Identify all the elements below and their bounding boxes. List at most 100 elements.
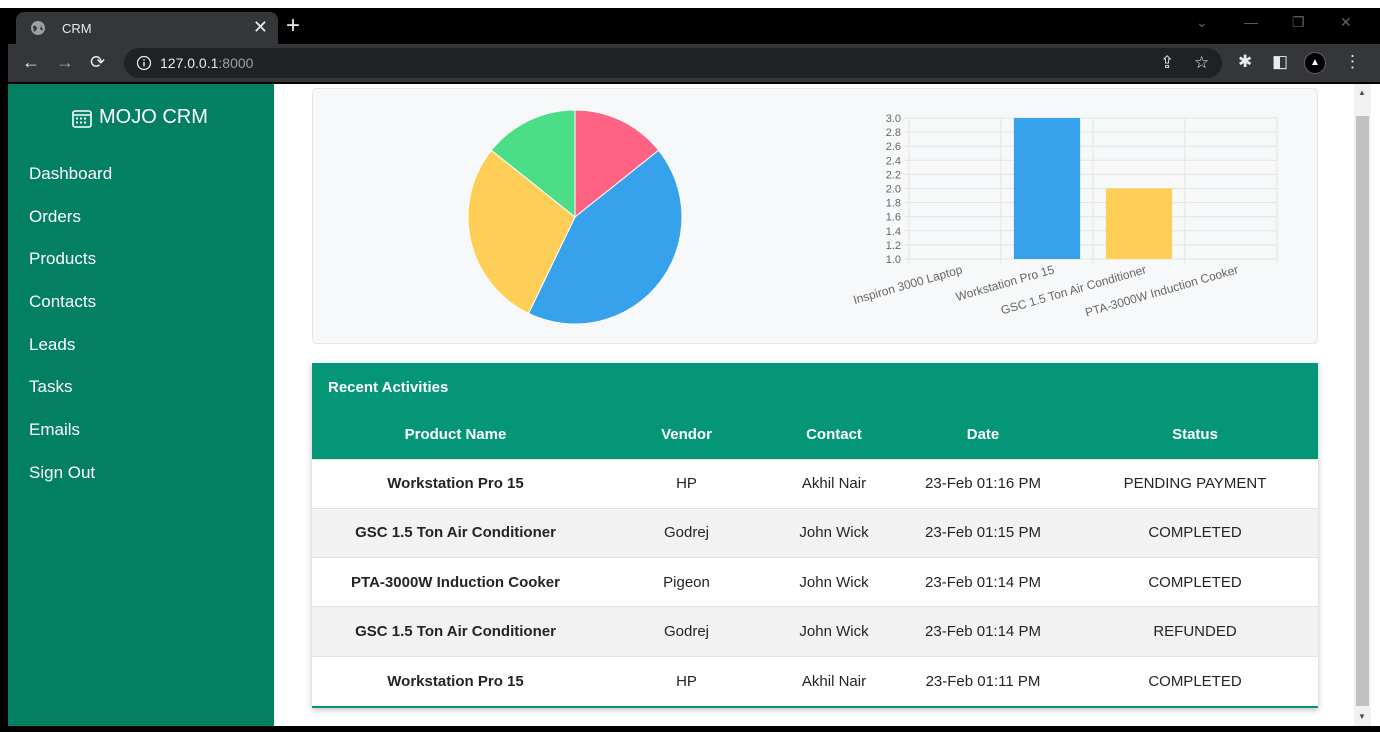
sidebar-item-orders[interactable]: Orders <box>29 207 112 250</box>
tab-bar: CRM ✕ + ⌄ — ❐ ✕ <box>8 8 1380 44</box>
extensions-icon[interactable]: ✱ <box>1238 52 1252 72</box>
sidebar-item-dashboard[interactable]: Dashboard <box>29 164 112 207</box>
new-tab-button[interactable]: + <box>286 14 300 38</box>
minimize-icon[interactable]: — <box>1244 14 1258 30</box>
window-close-icon[interactable]: ✕ <box>1340 14 1352 31</box>
url-text: 127.0.0.1:8000 <box>160 55 253 71</box>
cell-product: GSC 1.5 Ton Air Conditioner <box>312 507 599 558</box>
browser-toolbar: ← → ⟳ 127.0.0.1:8000 ⇪ ☆ ✱ ◧ ▲ ⋮ <box>8 44 1380 82</box>
reload-icon[interactable]: ⟳ <box>90 52 105 72</box>
y-tick-label: 2.4 <box>886 155 901 167</box>
side-panel-icon[interactable]: ◧ <box>1272 52 1288 72</box>
cell-vendor: Godrej <box>599 507 774 558</box>
brand-name: MOJO CRM <box>99 106 208 128</box>
tab-title: CRM <box>62 21 92 36</box>
recent-activities-card: Recent Activities Product Name Vendor Co… <box>312 363 1318 708</box>
y-tick-label: 1.4 <box>886 226 901 238</box>
col-product-name: Product Name <box>404 426 507 444</box>
cell-vendor: HP <box>599 458 774 509</box>
y-tick-label: 1.2 <box>886 240 901 252</box>
calendar-icon <box>72 109 92 128</box>
profile-avatar[interactable]: ▲ <box>1304 52 1326 74</box>
cell-status: COMPLETED <box>1072 557 1318 607</box>
scroll-down-icon[interactable]: ▼ <box>1358 712 1366 721</box>
globe-icon <box>31 21 45 35</box>
bar[interactable] <box>1013 118 1081 259</box>
cell-date: 23-Feb 01:14 PM <box>894 557 1072 607</box>
brand[interactable]: MOJO CRM <box>71 106 208 129</box>
screen-top-strip <box>0 0 1380 8</box>
charts-svg: 1.0 1.2 1.4 1.6 1.8 2.0 2.2 2.4 2.6 2.8 3.0 Inspiro… <box>467 109 1278 325</box>
table-row[interactable]: Workstation Pro 15 HP Akhil Nair 23-Feb … <box>312 458 1318 509</box>
cell-product: GSC 1.5 Ton Air Conditioner <box>312 606 599 657</box>
cell-contact: Akhil Nair <box>774 655 894 706</box>
sidebar-item-contacts[interactable]: Contacts <box>29 292 112 335</box>
sidebar-item-leads[interactable]: Leads <box>29 335 112 378</box>
share-icon[interactable]: ⇪ <box>1160 53 1174 73</box>
y-tick-label: 2.2 <box>886 169 901 181</box>
sidebar-item-tasks[interactable]: Tasks <box>29 377 112 420</box>
y-tick-label: 1.8 <box>886 198 901 210</box>
cell-date: 23-Feb 01:16 PM <box>894 458 1072 509</box>
scroll-up-icon[interactable]: ▲ <box>1358 88 1366 97</box>
sidebar-item-sign-out[interactable]: Sign Out <box>29 463 112 506</box>
sidebar-nav: Dashboard Orders Products Contacts Leads… <box>29 164 112 506</box>
y-tick-label: 2.0 <box>886 184 901 196</box>
col-contact: Contact <box>806 426 862 444</box>
address-bar[interactable]: 127.0.0.1:8000 ⇪ ☆ <box>124 48 1222 78</box>
scroll-thumb[interactable] <box>1356 116 1369 706</box>
cell-product: Workstation Pro 15 <box>312 655 599 706</box>
tab-close-icon[interactable]: ✕ <box>253 18 268 36</box>
cell-contact: John Wick <box>774 507 894 558</box>
url-host: 127.0.0.1 <box>160 55 219 71</box>
cell-contact: Akhil Nair <box>774 458 894 509</box>
cell-vendor: Pigeon <box>599 557 774 607</box>
bookmark-star-icon[interactable]: ☆ <box>1194 53 1209 73</box>
x-tick-label: PTA-3000W Induction Cooker <box>1084 262 1240 319</box>
table-row[interactable]: Workstation Pro 15 HP Akhil Nair 23-Feb … <box>312 655 1318 706</box>
activities-title: Recent Activities <box>328 379 449 396</box>
y-tick-label: 2.8 <box>886 127 901 139</box>
page-scrollbar[interactable]: ▲ ▼ <box>1354 84 1371 726</box>
tab-crm[interactable]: CRM ✕ <box>16 12 278 44</box>
cell-product: Workstation Pro 15 <box>312 458 599 509</box>
bar-chart: 1.0 1.2 1.4 1.6 1.8 2.0 2.2 2.4 2.6 2.8 3.0 Inspiro… <box>852 113 1278 320</box>
pie-chart <box>467 109 683 325</box>
cell-vendor: HP <box>599 655 774 706</box>
cell-product: PTA-3000W Induction Cooker <box>312 557 599 607</box>
info-icon[interactable] <box>136 55 152 71</box>
tab-search-icon[interactable]: ⌄ <box>1196 14 1208 31</box>
table-row[interactable]: GSC 1.5 Ton Air Conditioner Godrej John … <box>312 606 1318 657</box>
page-viewport: MOJO CRM Dashboard Orders Products Conta… <box>8 84 1380 726</box>
forward-icon[interactable]: → <box>56 52 74 72</box>
cell-status: REFUNDED <box>1072 606 1318 657</box>
table-header-row: Product Name Vendor Contact Date Status <box>312 411 1318 459</box>
chart-card: 1.0 1.2 1.4 1.6 1.8 2.0 2.2 2.4 2.6 2.8 3.0 Inspiro… <box>312 88 1318 344</box>
y-tick-label: 1.0 <box>886 254 901 266</box>
col-date: Date <box>966 426 1000 444</box>
y-tick-label: 1.6 <box>886 212 901 224</box>
back-icon[interactable]: ← <box>22 52 40 72</box>
cell-contact: John Wick <box>774 606 894 657</box>
table-row[interactable]: GSC 1.5 Ton Air Conditioner Godrej John … <box>312 507 1318 558</box>
y-tick-label: 3.0 <box>886 113 901 125</box>
sidebar-item-emails[interactable]: Emails <box>29 420 112 463</box>
sidebar-item-products[interactable]: Products <box>29 249 112 292</box>
maximize-icon[interactable]: ❐ <box>1292 14 1305 31</box>
cell-status: COMPLETED <box>1072 655 1318 706</box>
cell-date: 23-Feb 01:11 PM <box>894 655 1072 706</box>
col-vendor: Vendor <box>661 426 712 444</box>
menu-kebab-icon[interactable]: ⋮ <box>1344 52 1361 72</box>
y-tick-label: 2.6 <box>886 141 901 153</box>
cell-date: 23-Feb 01:14 PM <box>894 606 1072 657</box>
cell-contact: John Wick <box>774 557 894 607</box>
browser-window: CRM ✕ + ⌄ — ❐ ✕ ← → ⟳ 127.0.0.1:8000 ⇪ ☆… <box>8 8 1380 726</box>
cell-date: 23-Feb 01:15 PM <box>894 507 1072 558</box>
bar[interactable] <box>1105 188 1173 260</box>
x-tick-label: Inspiron 3000 Laptop <box>852 262 965 307</box>
sidebar: MOJO CRM Dashboard Orders Products Conta… <box>8 84 274 726</box>
activities-table: Product Name Vendor Contact Date Status … <box>312 411 1318 706</box>
col-status: Status <box>1172 426 1218 444</box>
url-port: :8000 <box>218 55 254 71</box>
table-row[interactable]: PTA-3000W Induction Cooker Pigeon John W… <box>312 557 1318 607</box>
